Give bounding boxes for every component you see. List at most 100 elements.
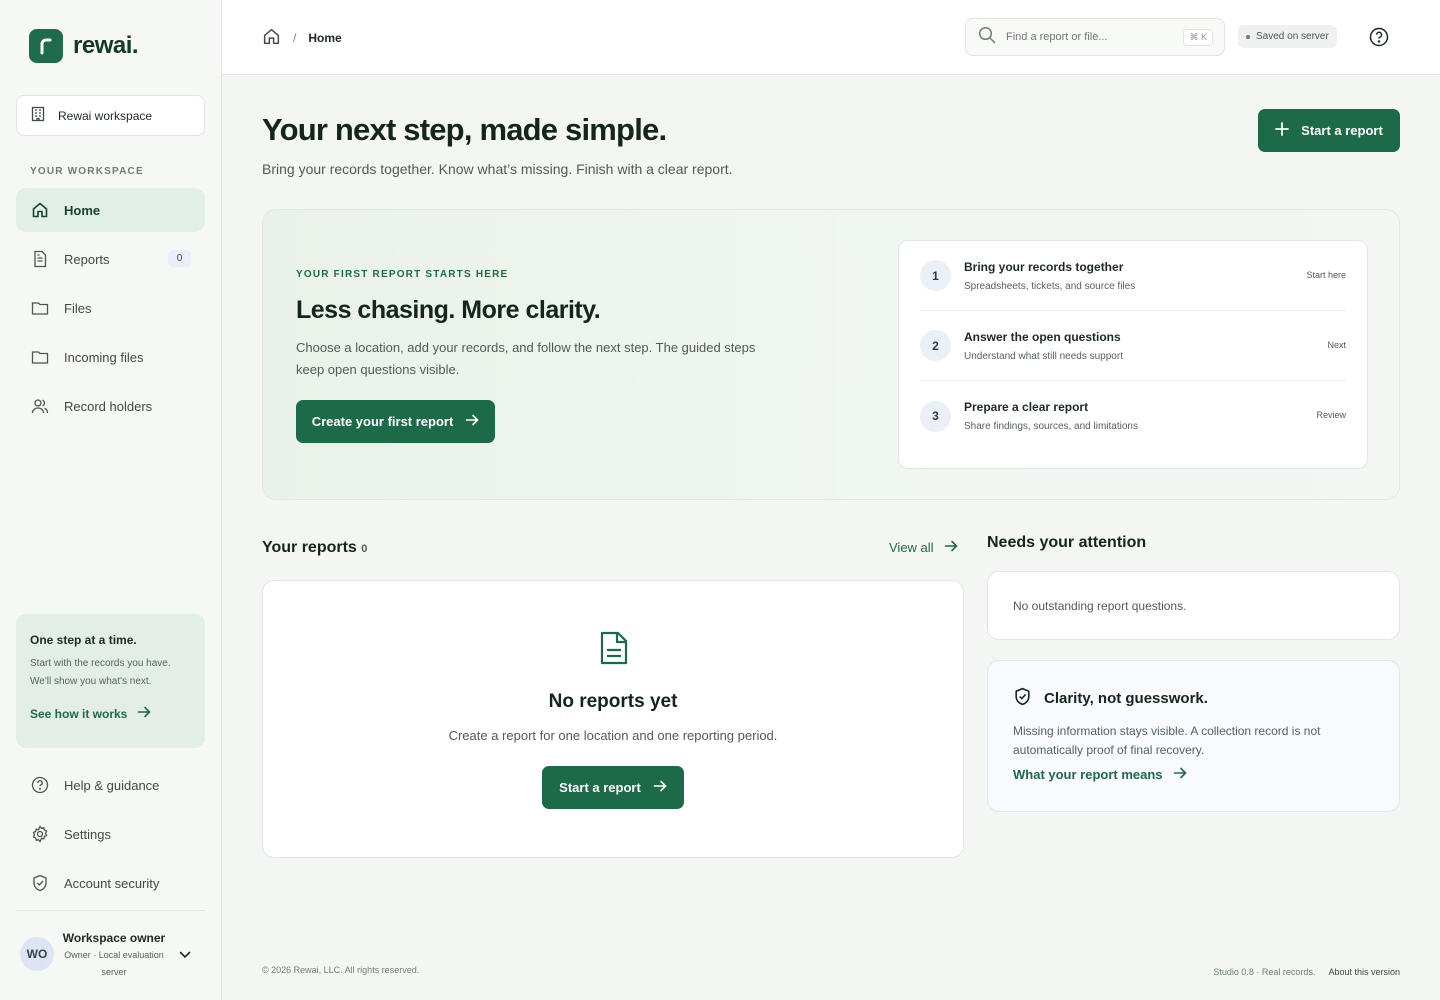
help-icon[interactable] <box>1369 27 1389 52</box>
clarity-title: Clarity, not guesswork. <box>1044 690 1208 707</box>
page-title: Your next step, made simple. <box>262 112 667 147</box>
step-desc: Spreadsheets, tickets, and source files <box>964 280 1136 292</box>
attention-heading: Needs your attention <box>987 534 1147 551</box>
copyright: © 2026 Rewai, LLC. All rights reserved. <box>262 965 420 975</box>
see-how-it-works-link[interactable]: See how it works <box>30 705 191 722</box>
main-nav: Home Reports 0 Files Incoming files Reco… <box>16 188 205 433</box>
version-text: Studio 0.8 · Real records. <box>1213 967 1316 977</box>
arrow-right-icon <box>944 539 958 556</box>
step-tag: Start here <box>1306 270 1346 280</box>
step-number: 1 <box>920 260 951 291</box>
empty-subtitle: Create a report for one location and one… <box>448 728 778 743</box>
inbox-folder-icon <box>30 347 50 367</box>
sidebar-item-label: Home <box>64 202 101 218</box>
reports-count-badge: 0 <box>168 250 191 267</box>
search-shortcut: ⌘ K <box>1183 29 1213 46</box>
step-title: Bring your records together <box>964 259 1124 274</box>
chevron-down-icon[interactable] <box>178 948 192 967</box>
home-crumb-icon[interactable] <box>262 27 281 49</box>
onboarding-card: YOUR FIRST REPORT STARTS HERE Less chasi… <box>262 209 1400 500</box>
step-title: Answer the open questions <box>964 329 1121 344</box>
search-box[interactable]: ⌘ K <box>965 18 1225 56</box>
step-item: 1 Bring your records together Spreadshee… <box>920 241 1346 311</box>
step-desc: Share findings, sources, and limitations <box>964 421 1138 432</box>
workspace-switcher[interactable]: Rewai workspace <box>16 95 205 136</box>
arrow-right-icon <box>137 705 151 722</box>
step-item: 2 Answer the open questions Understand w… <box>920 311 1346 381</box>
sidebar-item-label: Settings <box>64 826 111 842</box>
view-all-link[interactable]: View all <box>889 539 958 556</box>
reports-heading: Your reports 0 <box>262 539 367 557</box>
brand-name: rewai. <box>73 32 139 59</box>
search-icon <box>978 26 996 49</box>
sidebar-item-home[interactable]: Home <box>16 188 205 232</box>
topbar: / Home ⌘ K Saved on server <box>222 0 1440 75</box>
user-name: Workspace owner <box>62 931 166 945</box>
sidebar-divider <box>16 910 205 911</box>
start-report-label: Start a report <box>1301 123 1383 138</box>
home-icon <box>30 200 50 220</box>
logo[interactable]: rewai. <box>29 29 139 63</box>
clarity-card: Clarity, not guesswork. Missing informat… <box>987 660 1400 812</box>
section-label: YOUR WORKSPACE <box>30 166 144 177</box>
step-desc: Understand what still needs support <box>964 350 1123 362</box>
status-dot-icon <box>1246 34 1250 39</box>
start-report-button[interactable]: Start a report <box>1258 109 1400 152</box>
sidebar-item-record-holders[interactable]: Record holders <box>16 384 205 428</box>
sidebar-item-label: Reports <box>64 251 110 267</box>
breadcrumb: / Home <box>262 27 342 49</box>
create-first-report-label: Create your first report <box>311 414 454 429</box>
sidebar-item-reports[interactable]: Reports 0 <box>16 237 205 281</box>
plus-icon <box>1275 122 1290 139</box>
empty-title: No reports yet <box>548 691 678 712</box>
sidebar: rewai. Rewai workspace YOUR WORKSPACE Ho… <box>0 0 222 1000</box>
shield-icon <box>30 873 50 893</box>
tip-body: Start with the records you have. We'll s… <box>30 658 171 687</box>
about-version-link[interactable]: About this version <box>1328 967 1400 977</box>
report-meaning-link[interactable]: What your report means <box>1013 766 1374 783</box>
arrow-right-icon <box>653 779 667 796</box>
step-title: Prepare a clear report <box>964 400 1089 414</box>
reports-count: 0 <box>361 543 368 555</box>
sidebar-item-account-security[interactable]: Account security <box>16 861 205 905</box>
tip-title: One step at a time. <box>30 633 137 647</box>
secondary-nav: Help & guidance Settings Account securit… <box>16 763 205 910</box>
step-number: 3 <box>920 400 951 432</box>
onboarding-title: Less chasing. More clarity. <box>296 296 601 324</box>
reports-heading-label: Your reports <box>262 539 357 556</box>
start-report-button-empty[interactable]: Start a report <box>542 766 684 809</box>
building-icon <box>30 106 46 125</box>
clarity-heading: Clarity, not guesswork. <box>1013 687 1374 710</box>
users-icon <box>30 396 50 416</box>
user-menu[interactable]: WO Workspace owner Owner · Local evaluat… <box>20 928 205 981</box>
sidebar-item-files[interactable]: Files <box>16 286 205 330</box>
sidebar-item-incoming-files[interactable]: Incoming files <box>16 335 205 379</box>
document-icon <box>30 249 50 269</box>
search-input[interactable] <box>1006 31 1166 43</box>
user-meta: Owner · Local evaluation server <box>64 950 164 977</box>
sidebar-item-label: Account security <box>64 875 160 891</box>
sidebar-item-help[interactable]: Help & guidance <box>16 763 205 807</box>
footer-right: Studio 0.8 · Real records. About this ve… <box>1213 967 1400 977</box>
user-info: Workspace owner Owner · Local evaluation… <box>54 928 174 981</box>
sidebar-item-label: Incoming files <box>64 349 144 365</box>
step-item: 3 Prepare a clear report Share findings,… <box>920 381 1346 451</box>
help-circle-icon <box>30 775 50 795</box>
breadcrumb-separator: / <box>293 31 297 45</box>
start-report-label: Start a report <box>559 780 641 795</box>
attention-empty-card: No outstanding report questions. <box>987 571 1400 640</box>
logo-mark-icon <box>29 29 63 63</box>
reports-empty-state: No reports yet Create a report for one l… <box>262 580 964 858</box>
create-first-report-button[interactable]: Create your first report <box>296 400 495 443</box>
steps-list: 1 Bring your records together Spreadshee… <box>898 240 1368 469</box>
onboarding-eyebrow: YOUR FIRST REPORT STARTS HERE <box>296 269 509 280</box>
tip-card: One step at a time. Start with the recor… <box>16 614 205 748</box>
arrow-right-icon <box>1173 766 1187 783</box>
step-number: 2 <box>920 330 951 361</box>
arrow-right-icon <box>465 413 479 430</box>
avatar: WO <box>20 937 54 971</box>
sidebar-item-settings[interactable]: Settings <box>16 812 205 856</box>
shield-check-icon <box>1013 687 1032 710</box>
step-tag: Review <box>1316 410 1346 420</box>
sidebar-item-label: Files <box>64 300 92 316</box>
